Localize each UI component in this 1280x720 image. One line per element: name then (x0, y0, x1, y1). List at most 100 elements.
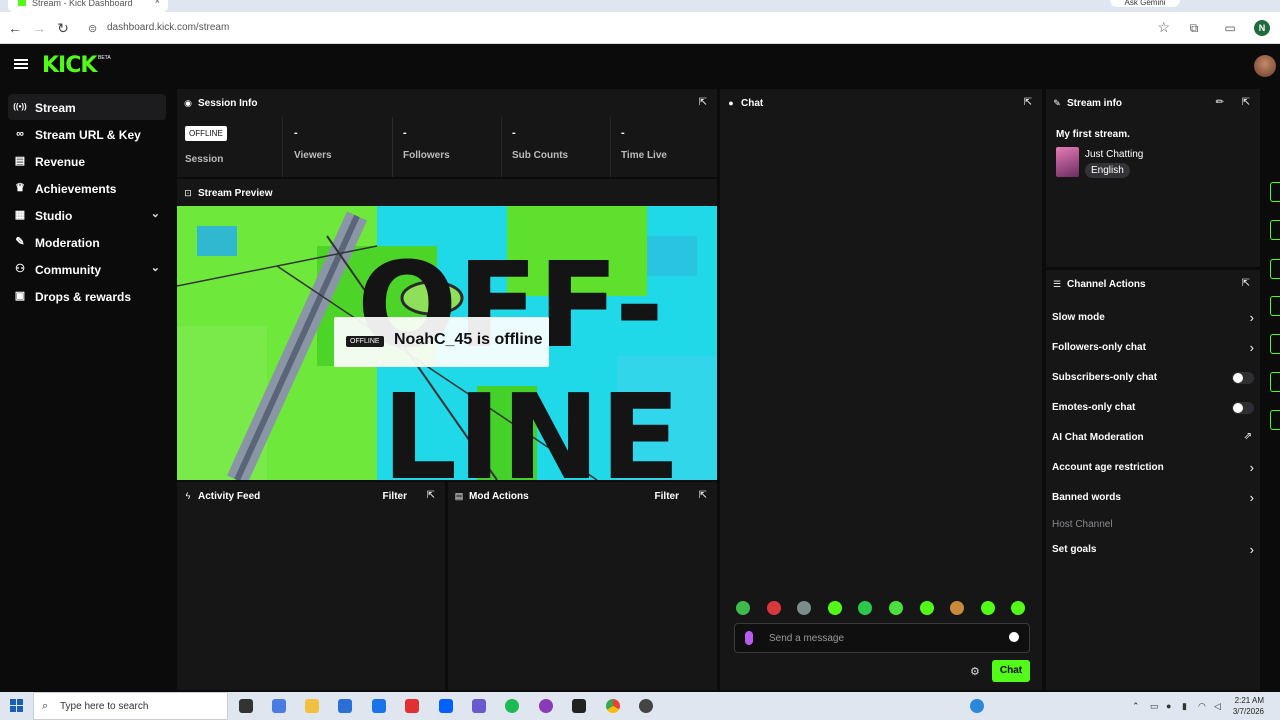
chat-settings-gear-icon[interactable]: ⚙ (970, 665, 980, 678)
channel-action-set-goals[interactable]: Set goals › (1046, 538, 1262, 562)
chevron-up-icon[interactable]: ⌃ (1132, 701, 1140, 712)
sidebar-item-achievements[interactable]: ♛ Achievements (8, 175, 166, 201)
emoji-picker-icon[interactable] (1009, 632, 1019, 642)
subscribers-only-toggle[interactable] (1232, 372, 1254, 384)
bookmark-star-icon[interactable]: ☆ (1157, 19, 1170, 36)
filter-button[interactable]: Filter (383, 491, 407, 502)
hamburger-menu-icon[interactable] (14, 57, 28, 71)
sidebar-item-revenue[interactable]: ▤ Revenue (8, 148, 166, 174)
office-icon[interactable] (472, 699, 486, 713)
channel-action-label: Set goals (1052, 544, 1097, 555)
sidebar-item-community[interactable]: ⚇ Community ⌄ (8, 256, 166, 282)
wifi-icon[interactable]: ◠ (1198, 701, 1206, 712)
popout-icon[interactable]: ⇱ (1242, 97, 1250, 108)
edit-pencil-icon[interactable]: ✏ (1216, 97, 1224, 108)
panel-title: Mod Actions (469, 491, 529, 502)
edge-tab[interactable] (1270, 220, 1280, 240)
chevron-down-icon[interactable]: ⌄ (151, 261, 160, 274)
stream-category[interactable]: Just Chatting (1085, 149, 1143, 160)
taskbar-search-input[interactable]: ⌕ Type here to search (33, 692, 228, 720)
file-explorer-icon[interactable] (305, 699, 319, 713)
emotes-only-toggle[interactable] (1232, 402, 1254, 414)
network-icon[interactable]: ▭ (1150, 701, 1159, 712)
channel-action-slow-mode[interactable]: Slow mode › (1046, 306, 1262, 330)
url-bar[interactable]: ⊜ dashboard.kick.com/stream ☆ (82, 16, 1180, 40)
browser-tab-active[interactable]: Stream - Kick Dashboard × (8, 0, 168, 12)
extensions-icon[interactable]: ⧉ (1186, 20, 1202, 36)
right-edge-toolbar (1262, 87, 1280, 690)
panel-title: Stream info (1067, 98, 1123, 109)
emote-icon[interactable] (797, 601, 812, 615)
popout-icon[interactable]: ⇱ (699, 490, 707, 501)
tab-close-icon[interactable]: × (155, 0, 160, 6)
app-icon[interactable] (539, 699, 553, 713)
emote-icon[interactable] (827, 601, 842, 615)
channel-actions-panel: ☰ Channel Actions ⇱ Slow mode › Follower… (1046, 270, 1260, 690)
edge-tab[interactable] (1270, 372, 1280, 392)
microphone-icon[interactable] (745, 631, 753, 645)
edge-tab[interactable] (1270, 182, 1280, 202)
edge-tab[interactable] (1270, 296, 1280, 316)
weather-icon[interactable] (970, 699, 984, 713)
emote-icon[interactable] (980, 601, 995, 615)
app-icon[interactable] (639, 699, 653, 713)
stat-value: - (512, 127, 516, 139)
taskbar-search-placeholder: Type here to search (60, 701, 149, 712)
app-icon[interactable] (572, 699, 586, 713)
sidebar-item-moderation[interactable]: ✎ Moderation (8, 229, 166, 255)
dropbox-icon[interactable] (439, 699, 453, 713)
store-icon[interactable] (338, 699, 352, 713)
edge-tab[interactable] (1270, 259, 1280, 279)
studio-icon: ▦ (14, 209, 26, 221)
edge-tab[interactable] (1270, 334, 1280, 354)
back-icon[interactable]: ← (6, 19, 24, 37)
chrome-icon[interactable] (606, 699, 620, 713)
sidebar-item-stream-url-key[interactable]: ∞ Stream URL & Key (8, 121, 166, 147)
user-avatar[interactable] (1254, 55, 1276, 77)
log-icon: ▤ (454, 491, 464, 501)
tab-search-icon[interactable]: ▭ (1222, 20, 1238, 36)
spotify-icon[interactable] (505, 699, 519, 713)
channel-action-host-channel: Host Channel (1046, 513, 1262, 537)
emote-icon[interactable] (950, 601, 965, 615)
emote-icon[interactable] (766, 601, 781, 615)
app-icon[interactable] (405, 699, 419, 713)
channel-action-account-age[interactable]: Account age restriction › (1046, 456, 1262, 480)
popout-icon[interactable]: ⇱ (1242, 278, 1250, 289)
browser-profile-avatar[interactable]: N (1254, 20, 1270, 36)
kick-favicon-icon (18, 0, 26, 6)
task-view-icon[interactable] (239, 699, 253, 713)
emote-icon[interactable] (736, 601, 750, 615)
session-info-panel: ◉ Session Info ⇱ OFFLINE Session - Viewe… (177, 89, 717, 177)
emote-icon[interactable] (919, 601, 934, 615)
sidebar-item-stream[interactable]: ((•)) Stream (8, 94, 166, 120)
channel-action-followers-only[interactable]: Followers-only chat › (1046, 336, 1262, 360)
filter-button[interactable]: Filter (655, 491, 679, 502)
forward-icon[interactable]: → (30, 19, 48, 37)
popout-icon[interactable]: ⇱ (699, 97, 707, 108)
chevron-down-icon[interactable]: ⌄ (151, 207, 160, 220)
ask-gemini-button[interactable]: Ask Gemini (1110, 0, 1180, 7)
emote-icon[interactable] (889, 601, 903, 615)
emote-icon[interactable] (1011, 601, 1026, 615)
app-tray-icon[interactable]: ● (1166, 701, 1171, 711)
channel-action-ai-moderation[interactable]: AI Chat Moderation ⇗ (1046, 426, 1262, 450)
volume-icon[interactable]: ◁ (1214, 701, 1221, 712)
emote-icon[interactable] (858, 601, 873, 615)
popout-icon[interactable]: ⇱ (427, 490, 435, 501)
taskbar-clock[interactable]: 2:21 AM 3/7/2026 (1233, 695, 1264, 717)
windows-start-icon[interactable] (10, 699, 23, 712)
copilot-icon[interactable] (272, 699, 286, 713)
site-settings-icon[interactable]: ⊜ (88, 22, 97, 35)
popout-icon[interactable]: ⇱ (1024, 97, 1032, 108)
kick-logo[interactable]: KICK (42, 53, 97, 78)
reload-icon[interactable]: ↻ (54, 19, 72, 37)
edge-tab[interactable] (1270, 410, 1280, 430)
chat-input[interactable]: Send a message (734, 623, 1030, 653)
sidebar-item-studio[interactable]: ▦ Studio ⌄ (8, 202, 166, 228)
sidebar-item-drops-rewards[interactable]: ▣ Drops & rewards (8, 283, 166, 309)
mail-icon[interactable] (372, 699, 386, 713)
mic-tray-icon[interactable]: ▮ (1182, 701, 1187, 712)
chat-send-button[interactable]: Chat (992, 660, 1030, 682)
channel-action-banned-words[interactable]: Banned words › (1046, 486, 1262, 510)
